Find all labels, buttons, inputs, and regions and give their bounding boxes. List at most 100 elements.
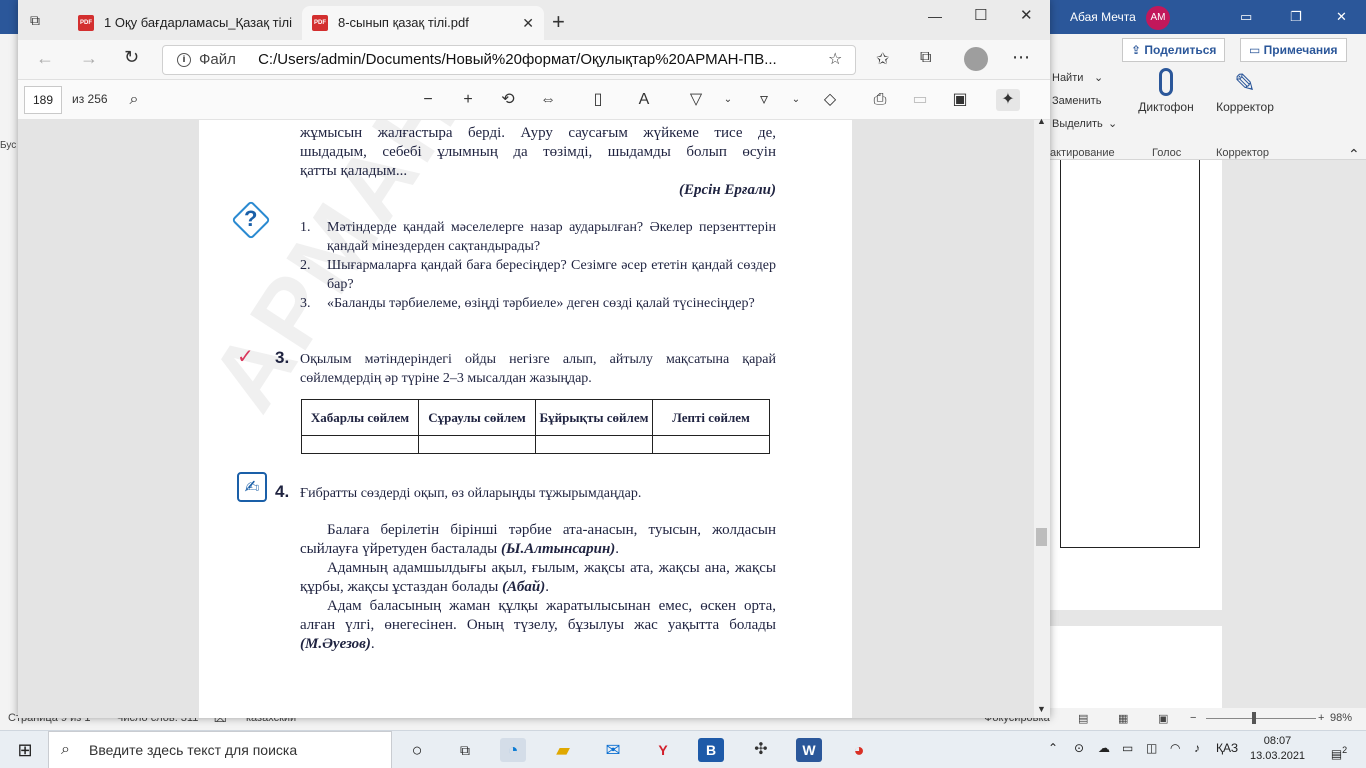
profile-icon[interactable] <box>964 47 988 71</box>
meet-icon[interactable]: ⊙ <box>1074 741 1084 755</box>
chevron-down-icon[interactable]: ⌄ <box>1108 117 1117 130</box>
scroll-up-icon[interactable]: ▲ <box>1037 116 1046 126</box>
task-view-icon[interactable]: ⧉ <box>452 738 478 762</box>
pin-toolbar-icon[interactable]: ✦ <box>996 89 1020 111</box>
favorites-icon[interactable]: ✩ <box>876 49 889 69</box>
maximize-icon[interactable]: ☐ <box>974 6 987 24</box>
info-icon[interactable]: i <box>177 53 191 67</box>
dropbox-icon[interactable]: ✣ <box>748 738 774 762</box>
tab-program[interactable]: PDF 1 Оқу бағдарламасы_Қазақ тілі <box>68 6 298 40</box>
new-tab-icon[interactable]: + <box>552 9 565 35</box>
edge-icon[interactable]: ◔ <box>500 738 526 762</box>
pdf-page: АРМАН-ПВ баспасы жұмысын жалғастыра берд… <box>199 120 852 718</box>
chrome-icon[interactable]: ◕ <box>846 738 872 762</box>
intro-line: шыдадым, себебі ұлымның да төзімді, шыда… <box>300 144 776 160</box>
notification-count: 2 <box>1342 745 1348 755</box>
editor-button[interactable]: ✎ Корректор <box>1212 68 1278 114</box>
pdf-toolbar: 189 из 256 ⌕ − + ⟲ ⇔ ▯ A ▽ ⌄ ▿ ⌄ ◇ ⎙ ▭ ▣… <box>18 80 1050 120</box>
ribbon-display-icon[interactable]: ▭ <box>1240 9 1252 25</box>
zoom-in-icon[interactable]: + <box>1318 712 1324 724</box>
more-menu-icon[interactable]: ⋯ <box>1012 47 1030 68</box>
collections-icon[interactable]: ⧉ <box>920 49 931 67</box>
yandex-icon[interactable]: Y <box>650 738 676 762</box>
windows-start-icon[interactable]: ⊞ <box>12 738 38 762</box>
zoom-level[interactable]: 98% <box>1330 712 1352 724</box>
restore-icon[interactable]: ❐ <box>1290 9 1302 25</box>
sentence-types-table: Хабарлы сөйлем Сұраулы сөйлем Бұйрықты с… <box>301 399 770 454</box>
avatar[interactable]: АМ <box>1146 6 1170 30</box>
comment-icon: ▭ <box>1249 43 1264 57</box>
search-icon[interactable]: ⌕ <box>122 89 146 111</box>
close-icon[interactable]: ✕ <box>1336 9 1347 25</box>
group-editing-label: актирование <box>1050 147 1115 159</box>
zoom-slider-thumb[interactable] <box>1252 712 1256 724</box>
scrollbar-thumb[interactable] <box>1036 528 1047 546</box>
word-page <box>1050 160 1222 610</box>
editor-label: Корректор <box>1216 100 1274 114</box>
wifi-icon[interactable]: ◠ <box>1170 741 1180 755</box>
notification-center-icon[interactable]: ▤2 <box>1326 738 1352 762</box>
page-number-input[interactable]: 189 <box>24 86 62 114</box>
file-explorer-icon[interactable]: ▰ <box>550 738 576 762</box>
clock[interactable]: 08:07 13.03.2021 <box>1250 734 1305 764</box>
draw-icon[interactable]: ▽ <box>684 89 708 111</box>
zoom-in-icon[interactable]: + <box>456 89 480 111</box>
intro-paragraph: жұмысын жалғастыра берді. Ауру саусағым … <box>300 124 776 200</box>
show-hidden-icon[interactable]: ⌃ <box>1048 741 1058 755</box>
notes-button[interactable]: ▭ Примечания <box>1240 38 1347 62</box>
onedrive-icon[interactable]: ☁ <box>1098 741 1110 755</box>
tab-label: 1 Оқу бағдарламасы_Қазақ тілі <box>104 15 292 30</box>
search-placeholder: Введите здесь текст для поиска <box>89 742 298 758</box>
page-view-icon[interactable]: ▯ <box>586 89 610 111</box>
select-button[interactable]: Выделить <box>1052 118 1103 130</box>
forward-icon[interactable]: → <box>80 48 98 69</box>
editor-pen-icon: ✎ <box>1234 68 1256 98</box>
mail-icon[interactable]: ✉ <box>600 738 626 762</box>
tab-actions-icon[interactable]: ⧉ <box>30 12 40 29</box>
chevron-down-icon[interactable]: ⌄ <box>784 89 808 111</box>
fit-width-icon[interactable]: ⇔ <box>536 89 560 111</box>
volume-icon[interactable]: ♪ <box>1194 741 1200 755</box>
battery-icon[interactable]: ▭ <box>1122 741 1133 755</box>
replace-button[interactable]: Заменить <box>1052 95 1101 107</box>
chevron-down-icon[interactable]: ⌄ <box>1094 71 1103 84</box>
minimize-icon[interactable]: — <box>928 8 942 24</box>
close-tab-icon[interactable]: ✕ <box>522 6 534 40</box>
tab-textbook[interactable]: PDF 8-сынып қазақ тілі.pdf ✕ <box>302 6 544 40</box>
save-as-icon[interactable]: ▣ <box>948 89 972 111</box>
group-editor-label: Корректор <box>1216 147 1269 159</box>
read-mode-icon[interactable]: ▤ <box>1078 712 1088 725</box>
scroll-down-icon[interactable]: ▼ <box>1037 704 1046 714</box>
zoom-out-icon[interactable]: − <box>1190 712 1196 724</box>
save-icon[interactable]: ▭ <box>908 89 932 111</box>
keyboard-language[interactable]: ҚАЗ <box>1216 741 1238 755</box>
print-icon[interactable]: ⎙ <box>868 89 892 111</box>
vertical-scrollbar[interactable]: ▲ ▼ <box>1034 116 1050 718</box>
quote-paragraph: Адам баласының жаман құлқы жаратылысынан… <box>300 598 776 652</box>
word-icon[interactable]: W <box>796 738 822 762</box>
print-layout-icon[interactable]: ▦ <box>1118 712 1128 725</box>
read-aloud-icon[interactable]: A <box>632 89 656 111</box>
zoom-out-icon[interactable]: − <box>416 89 440 111</box>
close-window-icon[interactable]: ✕ <box>1020 6 1033 24</box>
b-app-icon[interactable]: B <box>698 738 724 762</box>
web-layout-icon[interactable]: ▣ <box>1158 712 1168 725</box>
rotate-icon[interactable]: ⟲ <box>496 89 520 111</box>
chevron-down-icon[interactable]: ⌄ <box>716 89 740 111</box>
refresh-icon[interactable]: ↻ <box>124 47 139 68</box>
highlight-icon[interactable]: ▿ <box>752 89 776 111</box>
network-icon[interactable]: ◫ <box>1146 741 1157 755</box>
dictate-button[interactable]: Диктофон <box>1136 68 1196 114</box>
find-button[interactable]: Найти <box>1052 72 1083 84</box>
add-favorite-icon[interactable]: ☆ <box>828 49 842 69</box>
share-button[interactable]: ⇪ Поделиться <box>1122 38 1226 62</box>
cortana-icon[interactable]: ○ <box>404 738 430 762</box>
back-icon[interactable]: ← <box>36 48 54 69</box>
pdf-icon: PDF <box>78 15 94 31</box>
word-ribbon: ⇪ Поделиться ▭ Примечания Найти ⌄ Замени… <box>1050 34 1366 162</box>
question-mark: ? <box>244 206 258 231</box>
url-field[interactable]: i Файл C:/Users/admin/Documents/Новый%20… <box>162 45 856 75</box>
zoom-slider[interactable] <box>1206 718 1316 719</box>
taskbar-search[interactable]: ⌕ Введите здесь текст для поиска <box>48 731 392 768</box>
eraser-icon[interactable]: ◇ <box>818 89 842 111</box>
